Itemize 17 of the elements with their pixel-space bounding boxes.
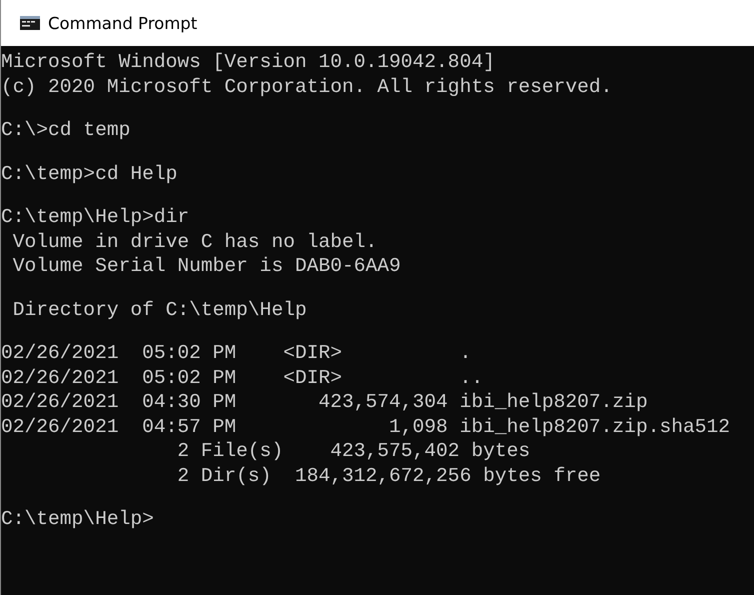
console-line: C:\temp>cd Help: [1, 162, 178, 186]
console-line: 02/26/2021 05:02 PM <DIR> .: [1, 341, 472, 366]
window-title: Command Prompt: [48, 14, 198, 32]
console-line: (c) 2020 Microsoft Corporation. All rights reserved.: [1, 74, 612, 99]
console-line: C:\temp\Help>: [1, 507, 154, 532]
console-line: Volume in drive C has no label.: [12, 230, 378, 254]
console-line: 02/26/2021 04:30 PM 423,574,304 ibi_help8207.zip: [1, 390, 648, 414]
console-line: Microsoft Windows [Version 10.0.19042.804]: [1, 50, 495, 74]
console-line: 02/26/2021 04:57 PM 1,098 ibi_help8207.zip.sha512: [1, 414, 730, 439]
console-line: 2 Dir(s) 184,312,672,256 bytes free: [176, 464, 601, 488]
console-line: 02/26/2021 05:02 PM <DIR> ..: [1, 366, 484, 390]
console-line: 2 File(s) 423,575,402 bytes: [176, 439, 530, 464]
console-line: C:\>cd temp: [1, 118, 130, 142]
console-line: Volume Serial Number is DAB0-6AA9: [12, 254, 401, 278]
console-line: Directory of C:\temp\Help: [12, 298, 307, 322]
console-icon: [20, 16, 40, 30]
console-line: C:\temp\Help>dir: [1, 205, 190, 230]
